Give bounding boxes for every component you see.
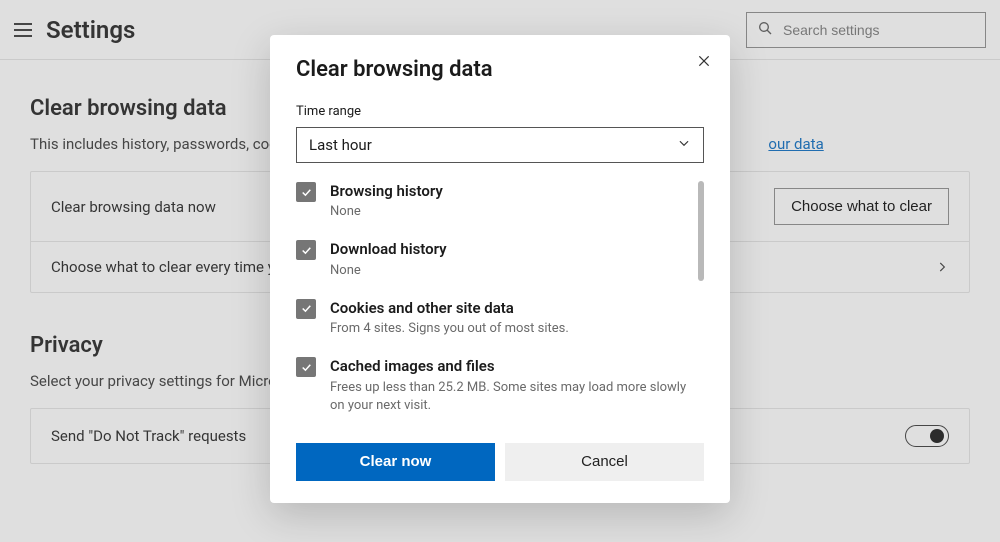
- cancel-button[interactable]: Cancel: [505, 443, 704, 481]
- select-value: Last hour: [309, 136, 372, 154]
- close-button[interactable]: [692, 49, 716, 73]
- checkbox[interactable]: [296, 299, 316, 319]
- checkbox[interactable]: [296, 240, 316, 260]
- dialog-title: Clear browsing data: [296, 57, 704, 82]
- check-item-text: Cached images and files Frees up less th…: [330, 356, 692, 415]
- check-item-cookies[interactable]: Cookies and other site data From 4 sites…: [296, 298, 692, 338]
- data-type-list: Browsing history None Download history N…: [296, 181, 704, 433]
- check-item-cache[interactable]: Cached images and files Frees up less th…: [296, 356, 692, 415]
- clear-browsing-data-dialog: Clear browsing data Time range Last hour…: [270, 35, 730, 503]
- modal-overlay[interactable]: Clear browsing data Time range Last hour…: [0, 0, 1000, 542]
- time-range-label: Time range: [296, 104, 704, 119]
- clear-now-button[interactable]: Clear now: [296, 443, 495, 481]
- check-item-text: Download history None: [330, 239, 447, 279]
- checkbox[interactable]: [296, 182, 316, 202]
- check-item-download-history[interactable]: Download history None: [296, 239, 692, 279]
- check-item-text: Cookies and other site data From 4 sites…: [330, 298, 569, 338]
- checkbox[interactable]: [296, 357, 316, 377]
- dialog-actions: Clear now Cancel: [296, 443, 704, 481]
- chevron-down-icon: [677, 136, 691, 154]
- check-item-browsing-history[interactable]: Browsing history None: [296, 181, 692, 221]
- scrollbar-thumb[interactable]: [698, 181, 704, 281]
- check-item-text: Browsing history None: [330, 181, 443, 221]
- time-range-select[interactable]: Last hour: [296, 127, 704, 163]
